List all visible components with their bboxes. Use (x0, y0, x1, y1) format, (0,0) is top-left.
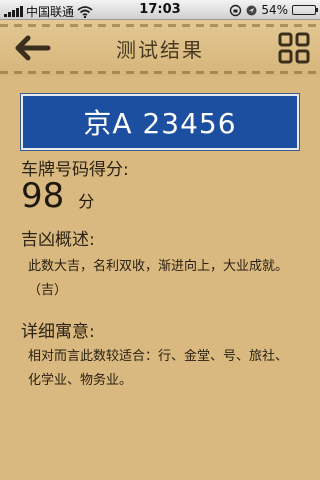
nav-bar: 测试结果 (0, 20, 320, 76)
status-bar: 中国联通 17:03 54% (0, 0, 320, 20)
status-right: 54% (229, 3, 318, 17)
page-title: 测试结果 (116, 38, 204, 62)
rotation-lock-icon (230, 4, 242, 16)
battery-percent: 54% (261, 3, 288, 17)
detail-text: 相对而言此数较适合：行、金堂、号、旅社、化学业、物务业。 (28, 349, 289, 388)
battery-icon (292, 5, 318, 15)
summary-text: 此数大吉，名利双收，渐进向上，大业成就。（吉） (28, 259, 289, 298)
detail-label: 详细寓意: (21, 322, 95, 342)
plate-text: 京A 23456 (83, 107, 237, 140)
summary-label: 吉凶概述: (21, 230, 95, 250)
stitch-top (0, 24, 320, 27)
score-row: 98 分 (21, 176, 94, 216)
score-unit: 分 (78, 192, 95, 211)
grid-icon[interactable] (278, 32, 310, 64)
stitch-bottom (0, 71, 320, 74)
score-value: 98 (21, 176, 65, 216)
license-plate: 京A 23456 (21, 94, 299, 150)
location-icon (246, 5, 257, 15)
